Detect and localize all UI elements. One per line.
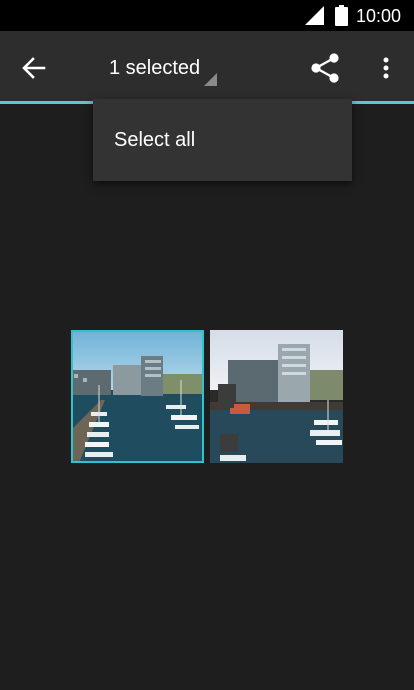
- status-time: 10:00: [356, 6, 402, 26]
- arrow-back-icon: [22, 57, 46, 79]
- harbor-photo-image: [210, 330, 343, 463]
- overflow-menu-button[interactable]: [372, 52, 400, 84]
- status-bar: 10:00: [0, 0, 414, 31]
- more-vert-icon: [383, 57, 389, 79]
- battery-icon: [335, 5, 348, 26]
- selection-count-title[interactable]: 1 selected: [109, 55, 200, 81]
- dropdown-triangle-icon[interactable]: [204, 73, 217, 86]
- signal-icon: [305, 6, 324, 25]
- back-button[interactable]: [14, 52, 54, 84]
- app-bar: [0, 31, 414, 101]
- selection-highlight-border: [71, 330, 204, 463]
- selection-popup-menu: Select all: [93, 99, 352, 181]
- share-icon: [311, 53, 339, 83]
- select-all-menu-item[interactable]: Select all: [114, 127, 195, 153]
- photo-thumbnail[interactable]: [210, 330, 343, 463]
- share-button[interactable]: [306, 50, 344, 86]
